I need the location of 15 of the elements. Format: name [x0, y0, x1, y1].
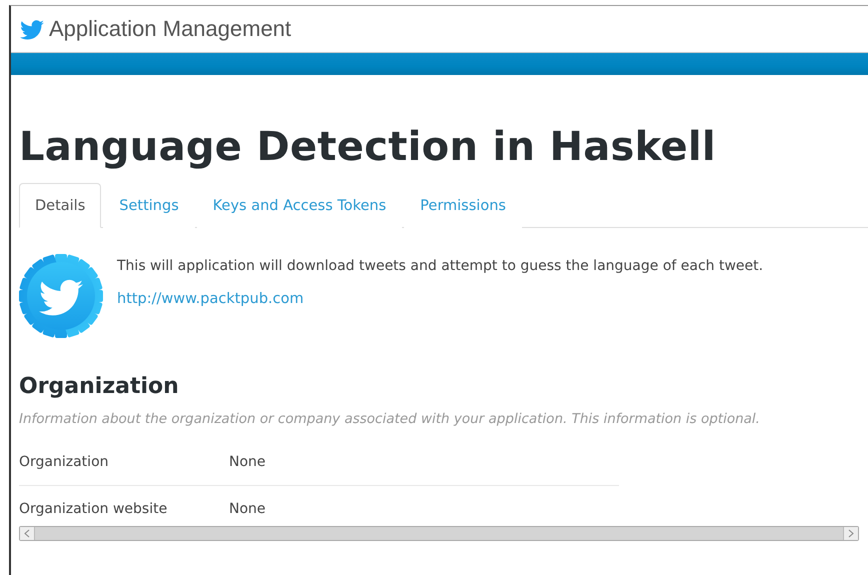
app-title: Language Detection in Haskell	[19, 123, 717, 172]
section-note: Information about the organization or company associated with your application. This information is optional.	[19, 411, 761, 427]
gear-bird-icon	[19, 254, 103, 338]
scroll-left-icon[interactable]	[20, 527, 35, 540]
field-label: Organization website	[19, 501, 168, 517]
section-heading: Organization	[19, 374, 180, 399]
scroll-right-icon[interactable]	[843, 527, 858, 540]
field-value: None	[229, 501, 266, 517]
field-label: Organization	[19, 454, 110, 470]
horizontal-scrollbar[interactable]	[19, 526, 859, 541]
tab[interactable]: Details	[19, 183, 102, 228]
header-title: Application Management	[49, 16, 292, 42]
website-link[interactable]: http://www.packtpub.com	[117, 291, 304, 307]
field-value: None	[229, 454, 266, 470]
app-description: This will application will download tweets and attempt to guess the language of each tweet.	[117, 258, 764, 274]
